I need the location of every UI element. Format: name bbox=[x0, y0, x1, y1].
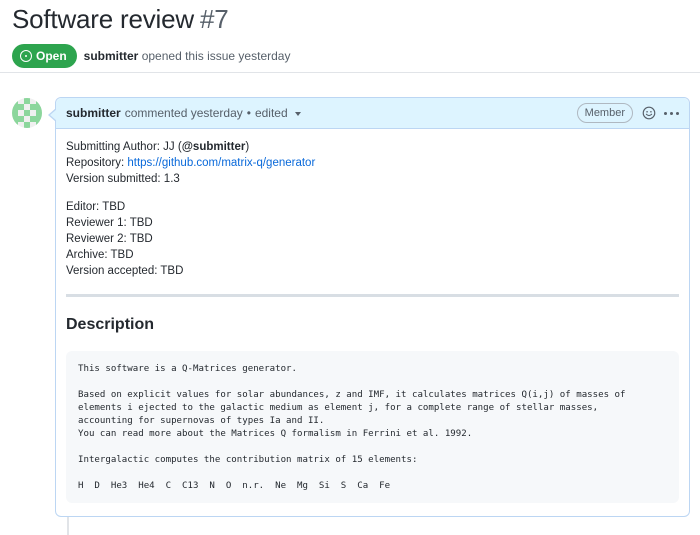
submitting-author-line: Submitting Author: JJ (@submitter) bbox=[66, 139, 679, 155]
repository-link[interactable]: https://github.com/matrix-q/generator bbox=[127, 157, 315, 169]
issue-header: Software review #7 Open submitter opened … bbox=[12, 0, 692, 68]
comment-header: submitter commented yesterday • edited M… bbox=[56, 98, 689, 129]
submitting-author-handle[interactable]: @submitter bbox=[182, 141, 246, 153]
submission-info: Submitting Author: JJ (@submitter) Repos… bbox=[66, 139, 679, 187]
reviewer2-line: Reviewer 2: TBD bbox=[66, 233, 153, 245]
code-line: This software is a Q-Matrices generator. bbox=[78, 364, 297, 374]
section-divider bbox=[66, 294, 679, 297]
triangle-down-icon bbox=[294, 111, 301, 116]
opened-description: opened this issue yesterday bbox=[141, 49, 291, 63]
code-line: Based on explicit values for solar abund… bbox=[78, 390, 626, 400]
comment-box: submitter commented yesterday • edited M… bbox=[48, 97, 690, 517]
editor-line: Editor: TBD bbox=[66, 201, 126, 213]
reviewer1-line: Reviewer 1: TBD bbox=[66, 217, 153, 229]
smiley-icon[interactable] bbox=[642, 106, 656, 120]
issue-number: #7 bbox=[199, 4, 229, 34]
state-badge: Open bbox=[12, 44, 77, 68]
submitting-author-label: Submitting Author: JJ ( bbox=[66, 141, 182, 153]
issue-opened-icon bbox=[20, 50, 32, 62]
timeline-connector bbox=[67, 515, 69, 535]
avatar[interactable] bbox=[12, 98, 42, 128]
role-badge: Member bbox=[576, 103, 633, 123]
header-separator: • bbox=[246, 106, 251, 120]
issue-opened-text: submitter opened this issue yesterday bbox=[84, 49, 291, 63]
issue-title: Software review #7 bbox=[12, 2, 692, 36]
issue-title-text: Software review bbox=[12, 4, 194, 34]
code-line: accounting for supernovas of types Ia an… bbox=[78, 416, 325, 426]
kebab-horizontal-icon[interactable] bbox=[664, 111, 679, 115]
archive-line: Archive: TBD bbox=[66, 249, 134, 261]
code-line: You can read more about the Matrices Q f… bbox=[78, 429, 473, 439]
code-block: This software is a Q-Matrices generator.… bbox=[66, 351, 679, 503]
code-line: elements i ejected to the galactic mediu… bbox=[78, 403, 599, 413]
issue-author-link[interactable]: submitter bbox=[84, 49, 139, 63]
comment-body: Submitting Author: JJ (@submitter) Repos… bbox=[56, 129, 689, 503]
header-divider bbox=[0, 72, 700, 73]
version-submitted-line: Version submitted: 1.3 bbox=[66, 173, 180, 185]
submitting-author-close: ) bbox=[245, 141, 250, 153]
version-accepted-line: Version accepted: TBD bbox=[66, 265, 184, 277]
comment-timestamp[interactable]: commented yesterday bbox=[125, 106, 243, 120]
issue-meta: Open submitter opened this issue yesterd… bbox=[12, 44, 692, 68]
review-info: Editor: TBD Reviewer 1: TBD Reviewer 2: … bbox=[66, 199, 679, 279]
comment-header-actions: Member bbox=[576, 103, 679, 123]
description-heading: Description bbox=[66, 316, 155, 333]
code-line: Intergalactic computes the contribution … bbox=[78, 455, 418, 465]
state-label: Open bbox=[36, 49, 67, 63]
repository-line: Repository: https://github.com/matrix-q/… bbox=[66, 155, 679, 171]
edited-menu[interactable]: edited bbox=[255, 106, 301, 120]
code-line: H D He3 He4 C C13 N O n.r. Ne Mg Si S Ca… bbox=[78, 481, 391, 491]
edited-label: edited bbox=[254, 106, 288, 120]
comment-author-link[interactable]: submitter bbox=[66, 106, 121, 120]
repository-label: Repository: bbox=[66, 157, 128, 169]
